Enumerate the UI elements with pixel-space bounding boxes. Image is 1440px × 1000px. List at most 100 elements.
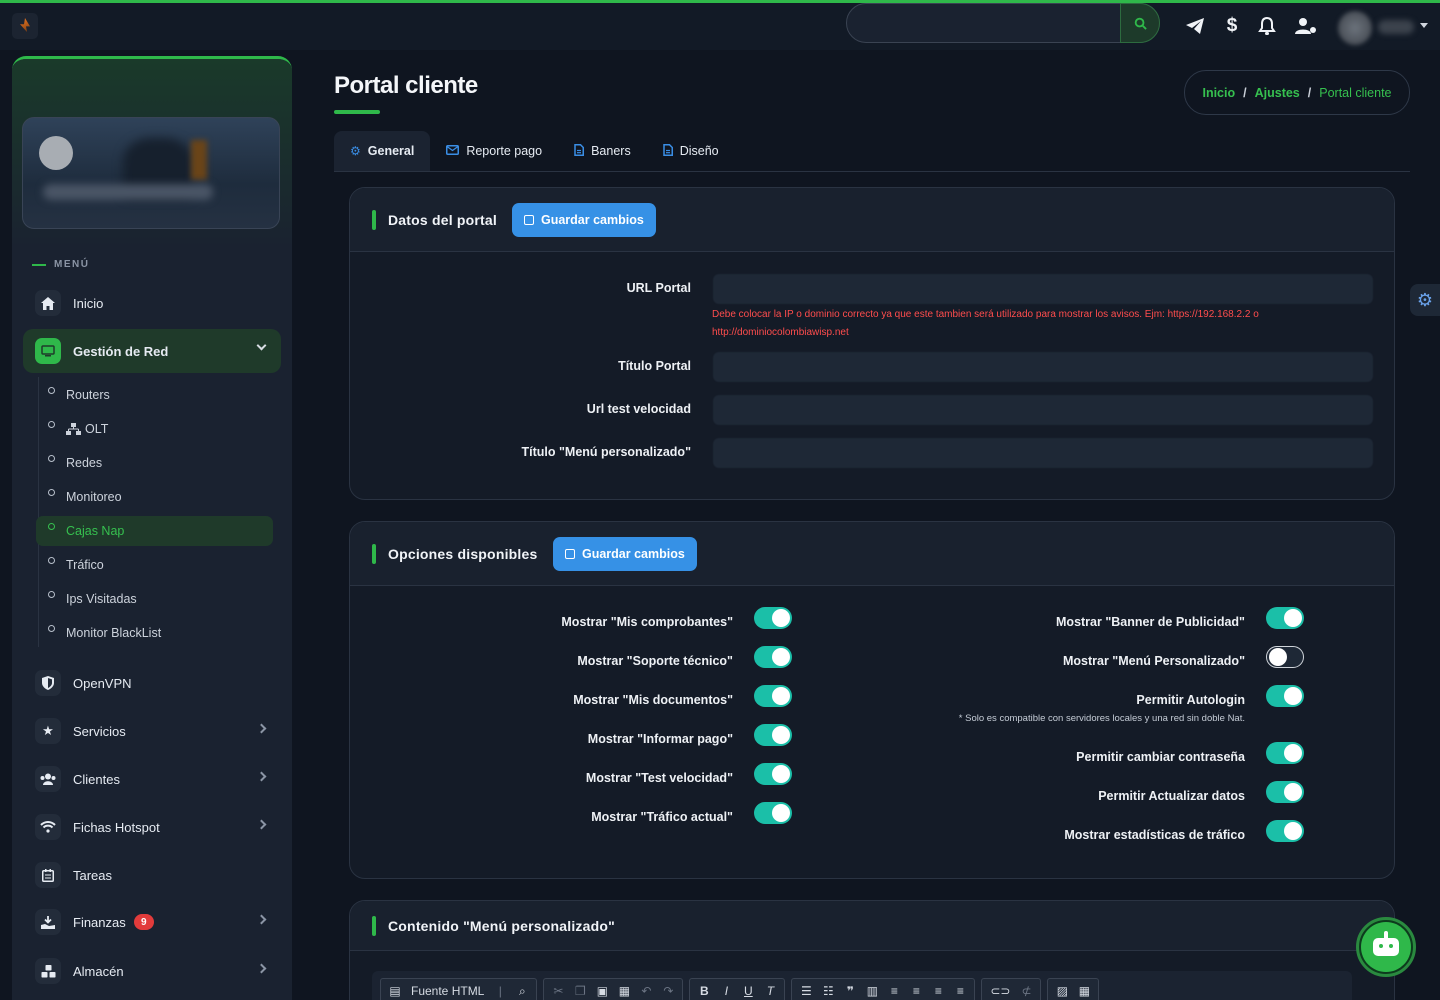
tab-diseno[interactable]: Diseño [647, 131, 735, 171]
option-label: Mostrar "Test velocidad" [585, 771, 733, 785]
tab-label: General [367, 144, 415, 158]
sidebar-item-gestion-de-red[interactable]: Gestión de Red [23, 329, 281, 373]
option-label: Mostrar "Mis documentos" [573, 693, 733, 707]
toggle-trafico-actual[interactable] [754, 802, 792, 824]
star-icon: ★ [35, 718, 61, 744]
tab-general[interactable]: ⚙ General [334, 131, 431, 171]
profile-card [22, 117, 280, 229]
option-label: Mostrar "Informar pago" [587, 732, 733, 746]
redo-icon[interactable]: ↷ [662, 984, 674, 998]
sidebar-subitem-monitoreo[interactable]: Monitoreo [36, 482, 273, 512]
source-html-button[interactable]: Fuente HTML [411, 984, 484, 998]
toggle-mis-comprobantes[interactable] [754, 607, 792, 629]
notification-badge: 9 [133, 914, 154, 930]
sidebar-subitem-olt[interactable]: OLT [36, 414, 273, 444]
paste-text-icon[interactable]: ▦ [618, 984, 630, 998]
numbered-list-icon[interactable]: ☰ [800, 984, 812, 998]
sidebar-item-clientes[interactable]: Clientes [23, 757, 281, 801]
telegram-icon[interactable] [1184, 15, 1206, 37]
sidebar-item-inicio[interactable]: Inicio [23, 281, 281, 325]
clear-format-icon[interactable]: T [764, 984, 776, 998]
table-icon[interactable]: ▦ [1078, 984, 1090, 998]
div-icon[interactable]: ▥ [866, 984, 878, 998]
logo[interactable] [12, 13, 38, 39]
sidebar-subitem-redes[interactable]: Redes [36, 448, 273, 478]
user-settings-icon[interactable] [1295, 15, 1317, 37]
copy-icon[interactable]: ❐ [574, 984, 586, 998]
url-test-velocidad-input[interactable] [713, 395, 1373, 425]
search-input[interactable] [847, 4, 1107, 42]
settings-gear-icon[interactable]: ⚙ [1410, 284, 1440, 316]
toggle-estadisticas-trafico[interactable] [1266, 820, 1304, 842]
titulo-menu-personalizado-input[interactable] [713, 438, 1373, 468]
cut-icon[interactable]: ✂ [552, 984, 564, 998]
align-right-icon[interactable]: ≡ [932, 984, 944, 998]
chatbot-button[interactable] [1356, 917, 1416, 977]
file-icon [662, 143, 673, 159]
align-left-icon[interactable]: ≡ [888, 984, 900, 998]
sidebar-item-label: Servicios [73, 723, 126, 739]
tab-baners[interactable]: Baners [558, 131, 647, 171]
unlink-icon[interactable]: ⊄ [1020, 984, 1032, 998]
breadcrumb-inicio[interactable]: Inicio [1202, 86, 1235, 100]
card-title: Opciones disponibles [372, 544, 537, 564]
toggle-autologin[interactable] [1266, 685, 1304, 707]
save-button[interactable]: Guardar cambios [512, 203, 656, 237]
toggle-informar-pago[interactable] [754, 724, 792, 746]
card-title-text: Contenido "Menú personalizado" [388, 918, 615, 934]
breadcrumb-ajustes[interactable]: Ajustes [1255, 86, 1300, 100]
sidebar-subitem-ips-visitadas[interactable]: Ips Visitadas [36, 584, 273, 614]
card-header: Datos del portal Guardar cambios [350, 188, 1394, 252]
option-label: Permitir cambiar contraseña [1076, 750, 1245, 764]
blockquote-icon[interactable]: ❞ [844, 984, 856, 998]
align-justify-icon[interactable]: ≡ [954, 984, 966, 998]
option-label: Permitir Autologin [1136, 693, 1245, 707]
chevron-down-icon[interactable] [1420, 23, 1428, 28]
toggle-soporte-tecnico[interactable] [754, 646, 792, 668]
sidebar-item-finanzas[interactable]: Finanzas 9 [23, 900, 281, 944]
user-avatar[interactable] [1338, 11, 1372, 45]
user-name[interactable] [1378, 20, 1414, 34]
bell-icon[interactable] [1256, 15, 1278, 37]
sidebar-item-fichas-hotspot[interactable]: Fichas Hotspot [23, 805, 281, 849]
sidebar-item-tareas[interactable]: Tareas [23, 853, 281, 897]
italic-icon[interactable]: I [720, 984, 732, 998]
underline-icon[interactable]: U [742, 984, 754, 998]
tab-label: Reporte pago [466, 144, 543, 158]
sidebar-subitem-trafico[interactable]: Tráfico [36, 550, 273, 580]
users-icon [35, 766, 61, 792]
toggle-actualizar-datos[interactable] [1266, 781, 1304, 803]
avatar[interactable] [39, 136, 73, 170]
preview-icon[interactable]: ⌕ [516, 984, 528, 999]
sidebar-subitem-monitor-blacklist[interactable]: Monitor BlackList [36, 618, 273, 648]
subitem-label: Redes [66, 456, 103, 470]
toggle-cambiar-contrasena[interactable] [1266, 742, 1304, 764]
toggle-banner-publicidad[interactable] [1266, 607, 1304, 629]
search-button[interactable] [1120, 3, 1160, 43]
paste-icon[interactable]: ▣ [596, 984, 608, 998]
card-header: Opciones disponibles Guardar cambios [350, 522, 1394, 586]
menu-label-text: MENÚ [54, 259, 90, 270]
sidebar-item-servicios[interactable]: ★ Servicios [23, 709, 281, 753]
sidebar-item-almacen[interactable]: Almacén [23, 949, 281, 993]
sidebar-subitem-routers[interactable]: Routers [36, 380, 273, 410]
link-icon[interactable]: ⊂⊃ [990, 984, 1010, 998]
sidebar: MENÚ Inicio Gestión de Red Routers OLT R… [12, 56, 292, 1000]
image-icon[interactable]: ▨ [1056, 984, 1068, 998]
dollar-icon[interactable]: $ [1221, 15, 1243, 37]
editor-group-paragraph: ☰ ☷ ❞ ▥ ≡ ≡ ≡ ≡ [791, 978, 976, 1000]
bullet-list-icon[interactable]: ☷ [822, 984, 834, 998]
undo-icon[interactable]: ↶ [640, 984, 652, 998]
finance-icon [35, 909, 61, 935]
align-center-icon[interactable]: ≡ [910, 984, 922, 998]
tab-reporte-pago[interactable]: Reporte pago [430, 131, 558, 171]
sidebar-item-openvpn[interactable]: OpenVPN [23, 661, 281, 705]
bold-icon[interactable]: B [698, 984, 710, 998]
url-portal-input[interactable] [713, 274, 1373, 304]
toggle-test-velocidad[interactable] [754, 763, 792, 785]
toggle-mis-documentos[interactable] [754, 685, 792, 707]
sidebar-subitem-cajas-nap[interactable]: Cajas Nap [36, 516, 273, 546]
titulo-portal-input[interactable] [713, 352, 1373, 382]
save-button[interactable]: Guardar cambios [553, 537, 697, 571]
toggle-menu-personalizado[interactable] [1266, 646, 1304, 668]
